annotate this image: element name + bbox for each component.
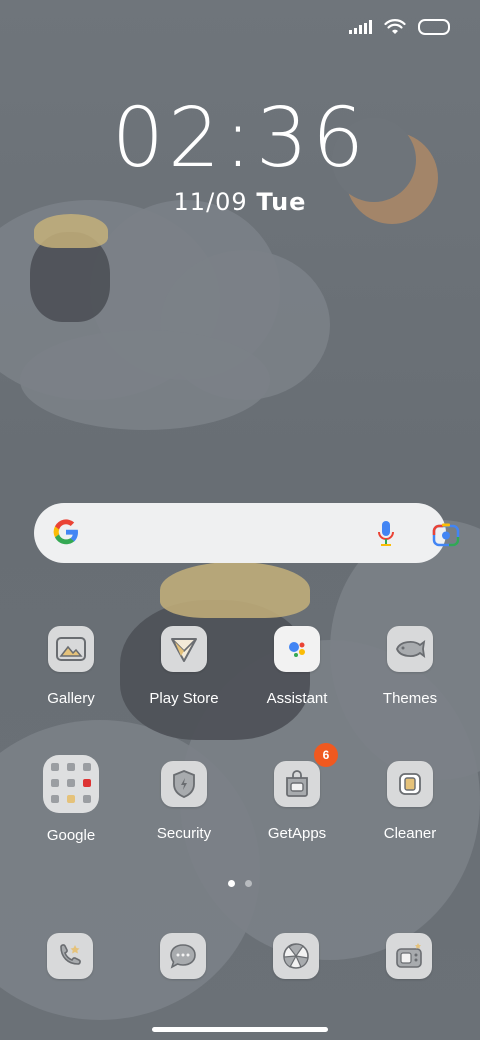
app-label: Security [156,825,212,842]
battery-icon [418,19,450,35]
cellular-signal-icon [349,20,372,34]
home-gesture-bar[interactable] [152,1027,328,1032]
google-lens-icon[interactable] [432,523,460,547]
app-cleaner[interactable]: Cleaner [355,761,465,842]
app-security[interactable]: Security [129,761,239,842]
getapps-icon: 6 [274,743,338,807]
app-getapps[interactable]: 6 GetApps [242,743,352,842]
gallery-icon [48,626,94,672]
browser-icon [283,943,309,969]
app-label: Themes [382,690,438,707]
app-themes[interactable]: Themes [355,626,465,707]
assistant-icon [274,626,320,672]
date-label[interactable]: 11/09 Tue [0,188,480,216]
hat-decoration [34,214,108,248]
day-of-week: Tue [256,188,307,216]
status-bar [349,14,450,40]
dock-phone[interactable] [47,933,93,979]
folder-google[interactable]: Google [16,755,126,844]
microphone-icon[interactable] [374,519,398,547]
cleaner-icon [387,761,433,807]
wifi-icon [384,19,406,34]
google-folder-icon [43,755,99,813]
google-search-bar[interactable] [34,503,460,563]
camera-icon [396,943,422,968]
dock-browser[interactable] [273,933,319,979]
dock-messages[interactable] [160,933,206,979]
themes-icon [387,626,433,672]
play-store-icon [161,626,207,672]
page-dot[interactable] [245,880,252,887]
app-label: Assistant [266,690,328,707]
phone-icon [60,944,81,965]
notification-badge: 6 [314,743,338,767]
hat-decoration [160,562,310,618]
messages-icon [170,944,196,969]
app-label: Gallery [47,690,95,707]
app-assistant[interactable]: Assistant [242,626,352,707]
page-dot-active [228,880,235,887]
cloud-decoration [20,330,270,430]
page-indicator [0,880,480,887]
dock-camera[interactable] [386,933,432,979]
date-value: 11/09 [173,188,248,216]
app-gallery[interactable]: Gallery [16,626,126,707]
app-play-store[interactable]: Play Store [129,626,239,707]
app-label: Play Store [149,690,219,707]
lockscreen-clock[interactable]: 02:36 [0,98,480,180]
app-label: Cleaner [383,825,437,842]
google-g-icon [53,519,78,545]
app-label: GetApps [267,825,327,842]
security-icon [161,761,207,807]
folder-label: Google [46,827,96,844]
